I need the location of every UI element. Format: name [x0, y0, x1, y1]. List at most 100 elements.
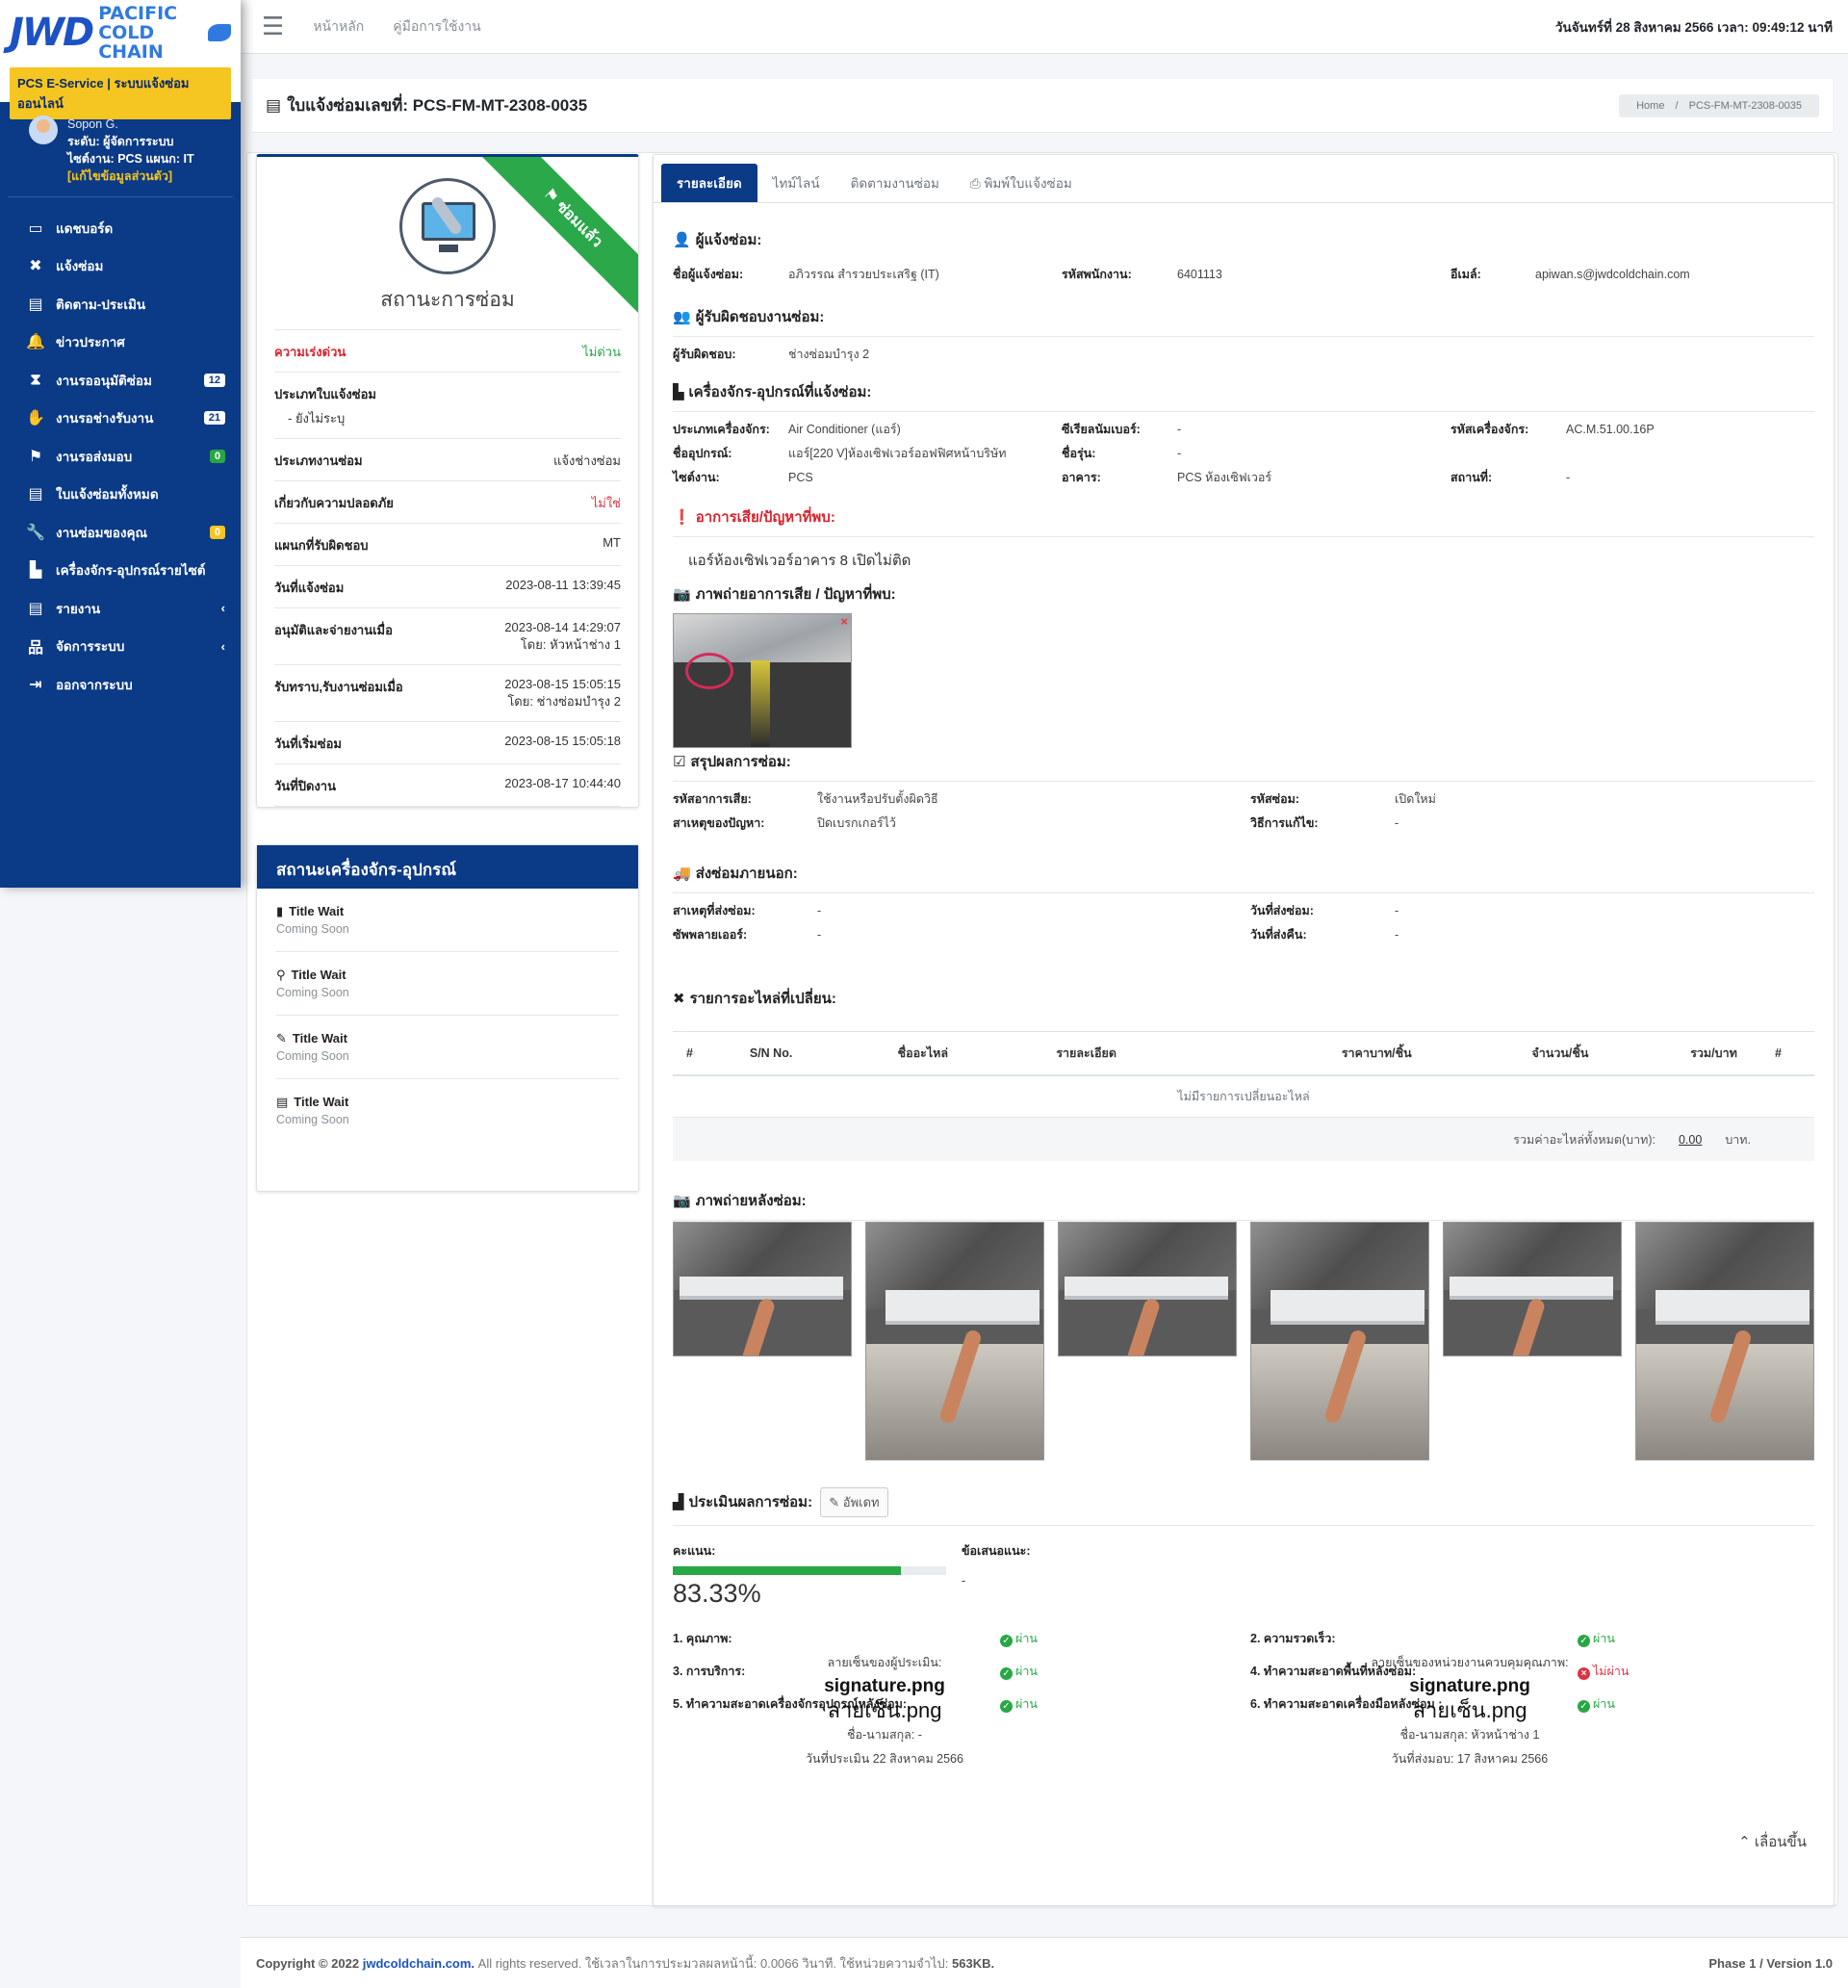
edit-profile-link[interactable]: [แก้ไขข้อมูลส่วนตัว] — [67, 168, 194, 185]
tab-timeline[interactable]: ไทม์ไลน์ — [757, 164, 835, 202]
status-row-label: เกี่ยวกับความปลอดภัย — [274, 496, 394, 510]
machine-status-item: ✎ Title Wait Coming Soon — [276, 1016, 619, 1079]
footer-site-link[interactable]: jwdcoldchain.com. — [363, 1956, 475, 1971]
parts-column-header: รายละเอียด — [1042, 1031, 1328, 1076]
after-repair-photo[interactable] — [1635, 1222, 1814, 1460]
tab-details[interactable]: รายละเอียด — [661, 163, 757, 202]
sidebar-item-3[interactable]: 🔔 ข่าวประกาศ — [0, 323, 241, 362]
parts-total-label: รวมค่าอะไหล่ทั้งหมด(บาท): — [1513, 1132, 1656, 1147]
parts-total-row: รวมค่าอะไหล่ทั้งหมด(บาท): 0.00 บาท. — [673, 1118, 1814, 1161]
brand[interactable]: JWD PACIFIC COLD CHAIN PCS E-Service | ร… — [0, 0, 241, 119]
sidebar-item-1[interactable]: ✖ แจ้งซ่อม — [0, 247, 241, 286]
status-row: ใช้เวลาซ่อมรวม0 วัน 0 ชั่วโมง 2 นาที 24 … — [274, 806, 621, 807]
sidebar-item-badge: 21 — [203, 411, 225, 426]
status-row-by: โดย: ช่างซ่อมบำรุง 2 — [507, 694, 621, 709]
detail-tabs: รายละเอียด ไทม์ไลน์ ติดตามงานซ่อม ⎙ พิมพ… — [654, 155, 1834, 203]
urgency-label: ความเร่งด่วน — [274, 345, 346, 359]
sidebar-item-7[interactable]: ▤ ใบแจ้งซ่อมทั้งหมด — [0, 476, 241, 514]
tab-follow[interactable]: ติดตามงานซ่อม — [835, 164, 955, 202]
clipboard-check-icon: ☑ — [673, 754, 686, 770]
machine-status-item: ⚲ Title Wait Coming Soon — [276, 952, 619, 1016]
sidebar-item-2[interactable]: ▤ ติดตาม-ประเมิน — [0, 285, 241, 323]
update-evaluation-button[interactable]: ✎ อัพเดท — [820, 1487, 888, 1517]
remove-photo-icon[interactable]: × — [840, 614, 848, 629]
industry-icon: ▙ — [29, 562, 42, 580]
status-ribbon-text: ซ่อมแล้ว — [552, 197, 605, 251]
chevron-left-icon: ‹ — [220, 601, 225, 616]
sidebar-item-10[interactable]: ▤ รายงาน ‹ — [0, 589, 241, 628]
equipment-type: Air Conditioner (แอร์) — [788, 423, 901, 436]
outsource-send: - — [1395, 904, 1399, 917]
sidebar-item-6[interactable]: ⚑ งานรอส่งมอบ 0 — [0, 437, 241, 476]
file-icon: ▤ — [276, 1095, 289, 1109]
repair-status-card: ⚑ ซ่อมแล้ว สถานะการซ่อม ความเร่งด่วน ไม่… — [256, 154, 639, 808]
nav-home-link[interactable]: หน้าหลัก — [313, 16, 364, 38]
breadcrumb-home[interactable]: Home — [1636, 100, 1664, 112]
after-repair-photo[interactable] — [865, 1222, 1044, 1460]
user-name: Sopon G. — [67, 117, 118, 131]
menu-toggle-icon[interactable]: ☰ — [262, 12, 284, 41]
parts-column-header: # — [673, 1031, 736, 1076]
scroll-up-button[interactable]: ⌃ เลื่อนขึ้น — [1738, 1830, 1807, 1853]
nav-manual-link[interactable]: คู่มือการใช้งาน — [393, 16, 480, 38]
pencil-icon: ✎ — [829, 1495, 843, 1510]
urgency-value: ไม่ด่วน — [582, 345, 621, 359]
status-row: เกี่ยวกับความปลอดภัย ไม่ใช่ — [274, 480, 621, 523]
evaluation-result: ✓ ผ่าน — [1578, 1629, 1674, 1648]
file-icon: ▤ — [266, 96, 282, 115]
truck-icon: 🚚 — [673, 865, 691, 882]
problem-photo-heading: ภาพถ่ายอาการเสีย / ปัญหาที่พบ: — [695, 586, 896, 603]
evaluator-signature-file-th: ลายเซ็น.png — [827, 1698, 942, 1722]
fault-code: ใช้งานหรือปรับตั้งผิดวิธี — [817, 792, 938, 806]
summary-heading: สรุปผลการซ่อม: — [690, 754, 791, 770]
evaluator-signature: ลายเซ็นของผู้ประเมิน: signature.png ลายเ… — [711, 1651, 1058, 1771]
handshake-icon: ✋ — [26, 410, 45, 427]
tab-print[interactable]: ⎙ พิมพ์ใบแจ้งซ่อม — [955, 164, 1088, 202]
machine-status-item: ▤ Title Wait Coming Soon — [276, 1079, 619, 1142]
problem-highlight-circle — [685, 653, 733, 689]
content-header: ▤ ใบแจ้งซ่อมเลขที่: PCS-FM-MT-2308-0035 H… — [252, 79, 1833, 133]
equipment-building-label: อาคาร: — [1062, 471, 1101, 484]
file-icon: ▤ — [28, 486, 43, 503]
status-row: วันที่ปิดงาน 2023-08-17 10:44:40 — [274, 763, 621, 806]
problem-photo[interactable]: × — [673, 613, 852, 748]
qc-name: ชื่อ-นามสกุล: หัวหน้าช่าง 1 — [1399, 1728, 1540, 1742]
parts-total-unit: บาท. — [1725, 1132, 1751, 1147]
status-row-label: วันที่เริ่มซ่อม — [274, 736, 342, 751]
parts-total: 0.00 — [1678, 1132, 1703, 1147]
sidebar-item-12[interactable]: ⇥ ออกจากระบบ — [0, 665, 241, 704]
user-site: ไซต์งาน: PCS แผนก: IT — [67, 152, 194, 166]
sidebar-item-11[interactable]: 品 จัดการระบบ ‹ — [0, 628, 241, 666]
sidebar-item-5[interactable]: ✋ งานรอช่างรับงาน 21 — [0, 400, 241, 438]
sidebar-item-8[interactable]: 🔧 งานซ่อมของคุณ 0 — [0, 513, 241, 552]
current-datetime: วันจันทร์ที่ 28 สิงหาคม 2566 เวลา: 09:49… — [1554, 19, 1833, 35]
qc-caption: ลายเซ็นของหน่วยงานควบคุมคุณภาพ: — [1371, 1656, 1569, 1669]
after-repair-photo[interactable] — [673, 1222, 852, 1356]
user-icon: 👤 — [673, 232, 691, 248]
outsource-section: 🚚 ส่งซ่อมภายนอก: สาเหตุที่ส่งซ่อม: - วันท… — [673, 862, 1814, 947]
reporter-section: 👤 ผู้แจ้งซ่อม: ชื่อผู้แจ้งซ่อม: อภิวรรณ ส… — [673, 228, 1814, 287]
sidebar-item-label: ข่าวประกาศ — [56, 335, 125, 350]
sidebar-item-4[interactable]: ⧗ งานรออนุมัติซ่อม 12 — [0, 361, 241, 400]
outsource-return: - — [1395, 928, 1399, 942]
outsource-return-label: วันที่ส่งคืน: — [1250, 928, 1307, 942]
after-repair-photo[interactable] — [1058, 1222, 1237, 1356]
score-value: 83.33% — [673, 1579, 761, 1608]
after-repair-photo[interactable] — [1443, 1222, 1622, 1356]
footer-memory: 563KB. — [952, 1955, 995, 1971]
sidebar-item-0[interactable]: ▭ แดชบอร์ด — [0, 209, 241, 247]
map-marker-icon: ⚲ — [276, 968, 286, 982]
after-repair-photo[interactable] — [1250, 1222, 1429, 1460]
equipment-code-label: รหัสเครื่องจักร: — [1450, 423, 1529, 436]
status-row-label: อนุมัติและจ่ายงานเมื่อ — [274, 623, 393, 637]
print-icon: ⎙ — [969, 175, 985, 191]
status-row-label: แผนกที่รับผิดชอบ — [274, 538, 369, 553]
footer: Copyright © 2022 jwdcoldchain.com. All r… — [241, 1937, 1848, 1988]
sidebar-item-9[interactable]: ▙ เครื่องจักร-อุปกรณ์รายไซต์ — [0, 552, 241, 590]
evaluator-date: วันที่ประเมิน 22 สิงหาคม 2566 — [806, 1752, 963, 1766]
breadcrumb-separator: / — [1675, 99, 1679, 112]
outsource-reason-label: สาเหตุที่ส่งซ่อม: — [673, 904, 756, 917]
reporter-emp: 6401113 — [1177, 268, 1222, 281]
repair-code: เปิดใหม่ — [1395, 792, 1436, 806]
breadcrumb-current: PCS-FM-MT-2308-0035 — [1688, 99, 1802, 112]
